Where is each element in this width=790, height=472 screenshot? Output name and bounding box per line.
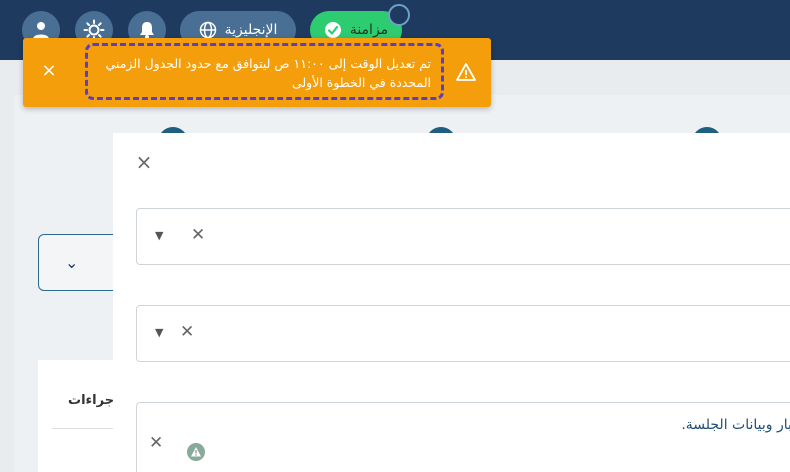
notes-field[interactable]: ✕ اختبار وبيانات الجلسة. [136,402,790,472]
clear-icon[interactable]: ✕ [191,225,205,245]
warning-icon [187,443,205,461]
globe-icon [199,21,216,39]
user-icon [33,22,49,39]
dropdown-arrow-icon[interactable]: ▼ [155,326,163,339]
language-label: الإنجليزية [224,22,278,38]
sync-label: مزامنة [349,22,389,38]
sync-status-indicator [388,4,410,26]
chevron-down-icon: ⌄ [65,253,79,272]
toast-message: تم تعديل الوقت إلى ١١:٠٠ ص ليتوافق مع حد… [85,43,444,100]
check-circle-icon [324,22,341,38]
notes-text: اختبار وبيانات الجلسة. [681,417,790,433]
dialog-close-button[interactable]: × [132,150,156,174]
toast-close-button[interactable]: × [39,61,59,81]
session-dialog: × ▼ ✕ ▼ ✕ ✕ اختبار وبيانات الجلسة. [113,133,790,472]
actions-column-header: إجراءات [68,393,119,408]
select-field-2[interactable]: ▼ ✕ [136,305,790,362]
select-field-1[interactable]: ▼ ✕ [136,208,790,265]
warning-toast: × تم تعديل الوقت إلى ١١:٠٠ ص ليتوافق مع … [23,38,491,107]
dropdown-arrow-icon[interactable]: ▼ [155,229,163,242]
warning-triangle-icon [456,63,476,81]
clear-icon[interactable]: ✕ [149,433,163,453]
bell-icon [140,22,154,39]
clear-icon[interactable]: ✕ [180,322,194,342]
